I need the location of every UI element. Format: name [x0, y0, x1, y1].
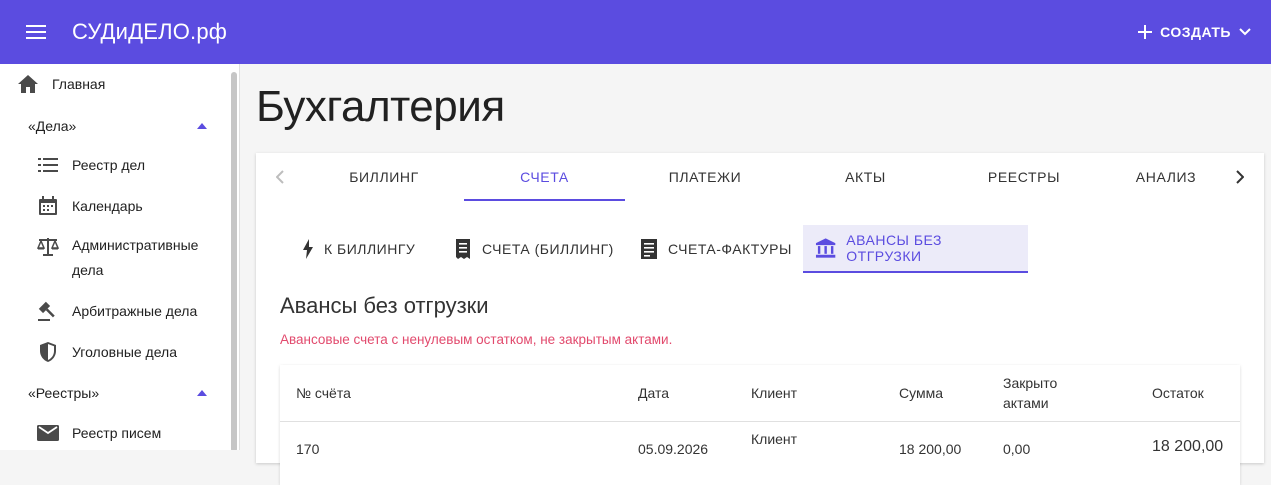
chevron-left-icon: [276, 170, 284, 184]
chevron-right-icon: [1236, 170, 1244, 184]
list-icon: [36, 153, 60, 177]
column-header-client[interactable]: Клиент: [751, 365, 797, 421]
subtab-to-billing[interactable]: К БИЛЛИНГУ: [290, 225, 427, 273]
sidebar-item-label: Уголовные дела: [72, 344, 178, 360]
cell-rest: 18 200,00: [1152, 438, 1224, 455]
bolt-icon: [303, 239, 313, 259]
sidebar-item-calendar[interactable]: Календарь: [36, 194, 143, 218]
tab-invoices[interactable]: СЧЕТА: [464, 153, 625, 201]
plus-icon: [1138, 25, 1153, 39]
sidebar-item-label: Административные: [72, 237, 199, 253]
column-header-sum[interactable]: Сумма: [899, 365, 943, 421]
sidebar-item-label: Календарь: [72, 198, 143, 214]
sidebar-item-label: Главная: [52, 76, 106, 92]
subtab-bar: К БИЛЛИНГУ СЧЕТА (БИЛЛИНГ) СЧЕТА-ФАКТУРЫ…: [256, 225, 1264, 273]
tab-bar: БИЛЛИНГ СЧЕТА ПЛАТЕЖИ АКТЫ РЕЕСТРЫ АНАЛИ…: [256, 153, 1264, 201]
sidebar-item-label: Реестр писем: [72, 425, 162, 441]
chevron-down-icon: [1239, 28, 1251, 36]
section-title: Авансы без отгрузки: [280, 293, 489, 318]
tab-payments[interactable]: ПЛАТЕЖИ: [625, 153, 785, 201]
sidebar-item-arbitration[interactable]: Арбитражные дела: [36, 299, 197, 323]
sidebar-group-registries[interactable]: «Реестры»: [28, 385, 99, 401]
cell-sum: 18 200,00: [899, 441, 962, 457]
cell-client[interactable]: Клиент: [751, 429, 797, 449]
menu-button[interactable]: [0, 0, 72, 64]
sidebar-item-home[interactable]: Главная: [16, 72, 105, 96]
page-title: Бухгалтерия: [256, 82, 505, 131]
receipt-icon: [456, 239, 470, 259]
caret-up-icon[interactable]: [196, 122, 208, 130]
create-button[interactable]: СОЗДАТЬ: [1138, 18, 1251, 46]
create-label: СОЗДАТЬ: [1160, 24, 1231, 40]
app-bar: СУДиДЕЛО.рф СОЗДАТЬ: [0, 0, 1271, 64]
column-header-rest[interactable]: Остаток: [1152, 365, 1204, 421]
sidebar-scrollbar[interactable]: [231, 72, 237, 450]
tabs-scroll-left-button[interactable]: [268, 165, 292, 189]
cell-number[interactable]: 170: [296, 439, 319, 459]
sidebar-item-label: Реестр дел: [72, 157, 146, 173]
calendar-icon: [36, 194, 60, 218]
advances-table: № счёта Дата Клиент Сумма Закрыто актами…: [280, 365, 1240, 485]
sidebar: Главная «Дела» Реестр дел Календарь Адми…: [0, 64, 240, 450]
column-header-date[interactable]: Дата: [638, 365, 669, 421]
app-title[interactable]: СУДиДЕЛО.рф: [72, 19, 227, 45]
sidebar-item-label-line2: дела: [72, 262, 104, 278]
content-card: БИЛЛИНГ СЧЕТА ПЛАТЕЖИ АКТЫ РЕЕСТРЫ АНАЛИ…: [256, 153, 1264, 485]
cell-closed: 0,00: [1003, 441, 1031, 457]
tabs-scroll-right-button[interactable]: [1228, 165, 1252, 189]
active-tab-indicator: [464, 199, 625, 201]
column-header-closed-line1: Закрыто: [1003, 375, 1058, 391]
column-header-number[interactable]: № счёта: [296, 365, 351, 421]
cell-date: 05.09.2026: [638, 441, 709, 457]
subtab-invoices-billing[interactable]: СЧЕТА (БИЛЛИНГ): [442, 225, 626, 273]
sidebar-item-criminal[interactable]: Уголовные дела: [36, 340, 177, 364]
sidebar-item-administrative[interactable]: Административные дела: [36, 234, 198, 283]
subtab-advances[interactable]: АВАНСЫ БЕЗ ОТГРУЗКИ: [803, 225, 1028, 273]
column-header-closed-line2: актами: [1003, 395, 1049, 411]
tab-registries[interactable]: РЕЕСТРЫ: [946, 153, 1102, 201]
sidebar-item-label: Арбитражные дела: [72, 303, 198, 319]
hamburger-icon: [26, 25, 46, 39]
section-note: Авансовые счета с ненулевым остатком, не…: [280, 332, 673, 347]
tab-analysis[interactable]: АНАЛИЗ: [1116, 153, 1216, 201]
subtab-label: К БИЛЛИНГУ: [324, 241, 416, 257]
sidebar-item-mail-registry[interactable]: Реестр писем: [36, 421, 161, 445]
gavel-icon: [36, 299, 60, 323]
sidebar-group-cases[interactable]: «Дела»: [28, 118, 76, 134]
subtab-label: СЧЕТА-ФАКТУРЫ: [668, 241, 792, 257]
home-icon: [16, 72, 40, 96]
sidebar-item-case-registry[interactable]: Реестр дел: [36, 153, 145, 177]
tab-billing[interactable]: БИЛЛИНГ: [304, 153, 464, 201]
invoice-icon: [641, 239, 657, 259]
subtab-label: АВАНСЫ БЕЗ ОТГРУЗКИ: [846, 232, 943, 264]
subtab-invoice-facts[interactable]: СЧЕТА-ФАКТУРЫ: [628, 225, 804, 273]
column-header-closed[interactable]: Закрыто актами: [1003, 365, 1057, 421]
mail-icon: [36, 421, 60, 445]
tab-acts[interactable]: АКТЫ: [785, 153, 946, 201]
shield-icon: [36, 340, 60, 364]
subtab-label: СЧЕТА (БИЛЛИНГ): [482, 241, 614, 257]
caret-up-icon[interactable]: [196, 389, 208, 397]
scales-icon: [36, 234, 60, 258]
table-header-divider: [280, 421, 1240, 422]
bank-icon: [815, 238, 836, 258]
